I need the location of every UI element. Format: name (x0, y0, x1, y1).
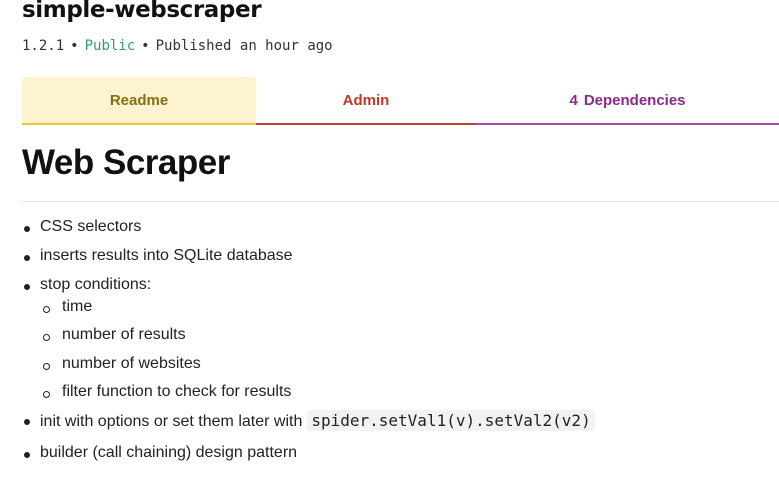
list-item: CSS selectors (22, 218, 595, 247)
tab-admin-label: Admin (342, 91, 390, 109)
sub-list-item: time (22, 298, 595, 326)
sub-list-item-text: number of websites (62, 355, 201, 372)
package-tabs: Readme Admin 4 Dependencies (22, 77, 779, 125)
list-item-text: builder (call chaining) design pattern (40, 444, 298, 461)
package-meta: 1.2.1 • Public • Published an hour ago (22, 38, 333, 54)
tab-dependencies[interactable]: 4 Dependencies (476, 77, 779, 125)
dependencies-count: 4 (569, 91, 578, 109)
feature-list: CSS selectors inserts results into SQLit… (22, 218, 595, 472)
sub-list-item: number of results (22, 326, 595, 355)
list-item: init with options or set them later with… (22, 410, 595, 444)
heading-divider (22, 201, 779, 202)
list-item-text: inserts results into SQLite database (40, 247, 293, 264)
readme-heading: Web Scraper (22, 143, 230, 182)
meta-separator: • (141, 38, 150, 54)
list-item-text: stop conditions: (40, 276, 152, 293)
list-item: builder (call chaining) design pattern (22, 444, 595, 472)
sub-list-item-text: filter function to check for results (62, 383, 292, 400)
sub-list-item: filter function to check for results (22, 383, 595, 411)
package-title: simple-webscraper (22, 0, 262, 23)
inline-code: spider.setVal1(v).setVal2(v2) (307, 410, 595, 431)
meta-separator: • (70, 38, 79, 54)
tab-admin[interactable]: Admin (256, 77, 476, 125)
list-item: inserts results into SQLite database (22, 247, 595, 276)
tab-dependencies-label: Dependencies (583, 91, 686, 109)
list-item-text: CSS selectors (40, 218, 142, 235)
sub-list-item: number of websites (22, 355, 595, 383)
package-version: 1.2.1 (22, 38, 65, 54)
sub-list-item-text: number of results (62, 326, 186, 343)
tab-readme[interactable]: Readme (22, 77, 256, 125)
list-item: stop conditions: time number of results … (22, 276, 595, 411)
stop-conditions-list: time number of results number of website… (22, 298, 595, 411)
sub-list-item-text: time (62, 298, 93, 315)
list-item-text: init with options or set them later with (40, 413, 303, 430)
visibility-badge: Public (84, 38, 136, 54)
published-time: Published an hour ago (155, 38, 333, 54)
tab-readme-label: Readme (109, 91, 169, 109)
